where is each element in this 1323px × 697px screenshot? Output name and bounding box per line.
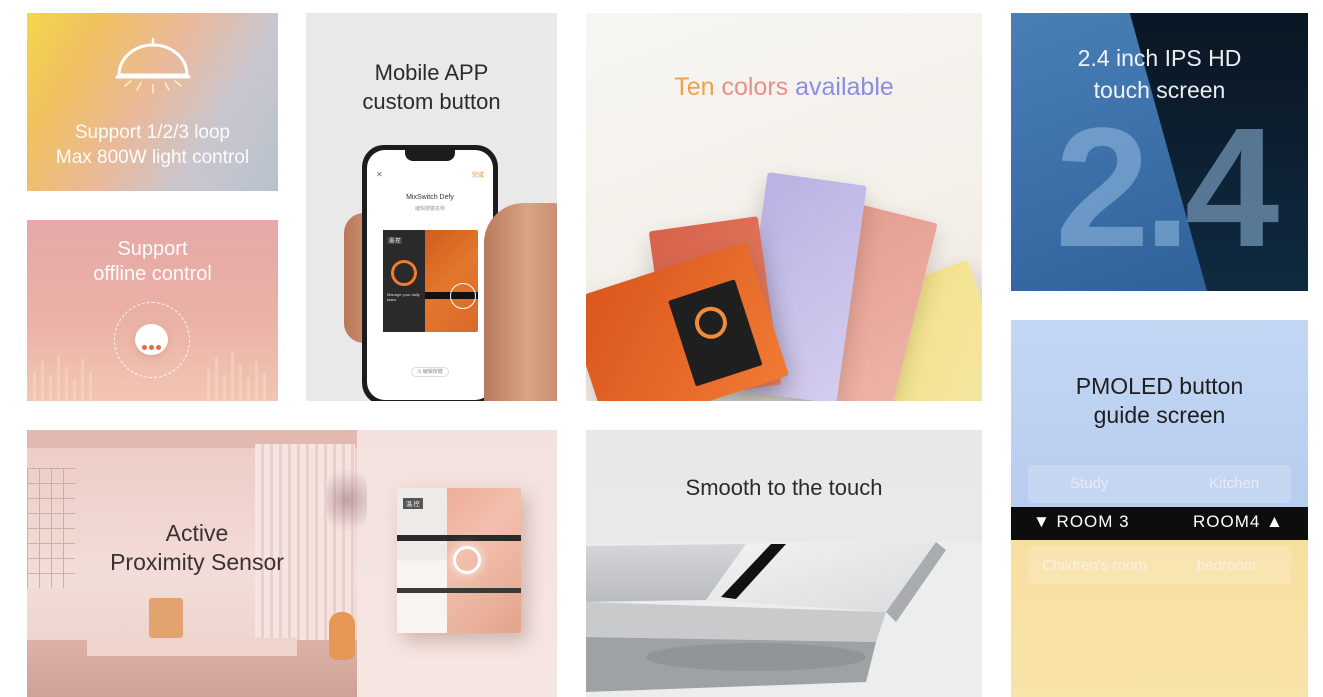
wall-grid (27, 468, 75, 588)
switch-left-keys (397, 488, 447, 633)
light-control-tile: Support 1/2/3 loop Max 800W light contro… (27, 13, 278, 191)
pmoled-line1: PMOLED button (1075, 373, 1244, 399)
room3-label: ▼ ROOM 3 (1033, 512, 1130, 531)
panel-note: Manage your daily tasks (387, 292, 420, 302)
label-childrens-room: Children's room (1042, 557, 1147, 574)
label-study: Study (1070, 475, 1109, 492)
offline-control-tile: Support offline control (27, 220, 278, 401)
ceiling-lamp-icon (115, 37, 191, 94)
custom-button-highlight[interactable] (450, 283, 476, 309)
panel-tag: 温.控 (387, 237, 403, 244)
label-kitchen: Kitchen (1209, 475, 1260, 492)
chair (149, 598, 183, 638)
floor-step (87, 638, 297, 656)
smooth-touch-tile: Smooth to the touch (586, 430, 982, 697)
ten-colors-tile: Ten colors available (586, 13, 982, 401)
big-number: 2.4 (1055, 93, 1279, 283)
ips-screen-tile: 2.4 2.4 inch IPS HD touch screen (1011, 13, 1308, 291)
colors-title: Ten colors available (586, 73, 982, 102)
colors-title-word2: colors (721, 73, 789, 101)
smartphone: ✕ 完成 MixSwitch Defy 编辑按键名称 温.控 Manage yo… (362, 145, 498, 401)
hand (484, 203, 557, 401)
wall-switch: 温.控 (397, 488, 521, 633)
label-bedroom: bedroom (1197, 557, 1257, 574)
smooth-title: Smooth to the touch (685, 475, 883, 500)
screen-line1: 2.4 inch IPS HD (1077, 45, 1242, 71)
proximity-sensor-tile: 温.控 Active Proximity Sensor (27, 430, 557, 697)
done-button[interactable]: 完成 (472, 170, 484, 179)
colors-title-word1: Ten (674, 73, 715, 101)
mobile-app-tile: Mobile APP custom button ✕ 完成 MixSwitch … (306, 13, 557, 401)
close-icon[interactable]: ✕ (376, 170, 383, 179)
offline-line2: offline control (93, 263, 212, 285)
light-line1: Support 1/2/3 loop (74, 122, 231, 143)
switch-guide-bar (397, 535, 521, 541)
vase (329, 612, 355, 660)
proximity-line2: Proximity Sensor (110, 549, 284, 575)
app-line1: Mobile APP (374, 60, 489, 85)
offline-line1: Support (117, 238, 188, 260)
edit-button-link[interactable]: ⊙ 编辑按键 (367, 367, 493, 377)
device-name: MixSwitch Defy (406, 194, 454, 201)
phone-screen: ✕ 完成 MixSwitch Defy 编辑按键名称 温.控 Manage yo… (367, 150, 493, 400)
colors-title-word3: available (795, 73, 894, 101)
switch-bottom-bar (397, 588, 521, 593)
switch-tag: 温.控 (403, 498, 423, 509)
device-subtitle: 编辑按键名称 (414, 206, 445, 212)
chat-bubble-icon (135, 324, 168, 355)
pmoled-line2: guide screen (1093, 402, 1226, 428)
switch-ring (453, 546, 481, 574)
panel-orange-screen (668, 279, 763, 387)
screen-line2: touch screen (1093, 77, 1226, 103)
phone-notch (405, 150, 455, 161)
switch-panel-preview: 温.控 Manage your daily tasks (383, 230, 478, 332)
plant-shadow (327, 460, 367, 540)
app-line2: custom button (362, 89, 501, 114)
panel-ring (391, 260, 417, 286)
proximity-line1: Active (165, 520, 229, 546)
pmoled-tile: PMOLED button guide screen Study Kitchen… (1011, 320, 1308, 697)
panel-orange-ring (690, 302, 732, 343)
light-line2: Max 800W light control (55, 147, 250, 168)
edit-button-label: ⊙ 编辑按键 (411, 367, 449, 377)
room4-label: ROOM4 ▲ (1193, 512, 1284, 531)
switch-surface (586, 542, 982, 697)
